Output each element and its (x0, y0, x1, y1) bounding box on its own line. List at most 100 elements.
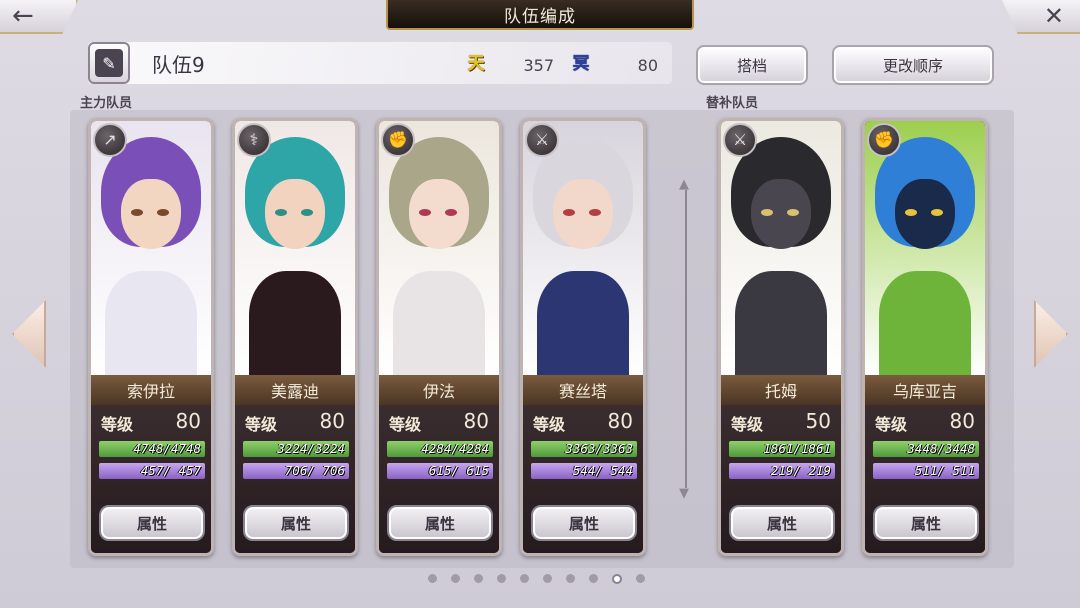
close-icon: ✕ (1043, 2, 1064, 30)
member-card[interactable]: ⚔ 赛丝塔 等级 80 3363/3363 544/ 544 属性 (520, 118, 646, 556)
character-stats: 等级 80 4284/4284 615/ 615 属性 (379, 405, 499, 553)
character-portrait[interactable] (865, 121, 985, 375)
member-card[interactable]: ✊ 乌库亚吉 等级 80 3448/3448 511/ 511 属性 (862, 118, 988, 556)
hp-bar: 4284/4284 (387, 441, 493, 457)
character-name: 托姆 (721, 375, 841, 405)
hp-bar: 4748/4748 (99, 441, 205, 457)
level-label: 等级 (875, 415, 908, 434)
page-dot[interactable] (612, 574, 622, 584)
portrait-eye (131, 209, 143, 216)
page-dot[interactable] (451, 574, 460, 583)
moon-element-icon: 冥 (572, 54, 590, 74)
character-portrait[interactable] (235, 121, 355, 375)
portrait-body (105, 271, 197, 375)
character-name: 乌库亚吉 (865, 375, 985, 405)
character-stats: 等级 80 3224/3224 706/ 706 属性 (235, 405, 355, 553)
character-portrait[interactable] (523, 121, 643, 375)
attributes-button[interactable]: 属性 (729, 505, 835, 541)
page-title-plate: 队伍编成 (386, 0, 694, 30)
portrait-body (249, 271, 341, 375)
next-team-arrow[interactable] (1034, 300, 1068, 368)
edit-team-name-button[interactable]: ✎ (88, 42, 130, 84)
character-stats: 等级 80 3448/3448 511/ 511 属性 (865, 405, 985, 553)
page-title: 队伍编成 (504, 6, 576, 27)
level-value: 50 (805, 409, 831, 433)
staff-icon: ⚕ (237, 123, 271, 157)
team-name: 队伍9 (152, 53, 205, 77)
moon-value: 80 (637, 56, 658, 75)
level-value: 80 (607, 409, 633, 433)
hp-bar: 3448/3448 (873, 441, 979, 457)
member-card[interactable]: ⚔ 托姆 等级 50 1861/1861 219/ 219 属性 (718, 118, 844, 556)
sun-element-icon: 天 (467, 54, 485, 74)
divider-line (685, 190, 687, 488)
portrait-body (537, 271, 629, 375)
level-value: 80 (463, 409, 489, 433)
member-card[interactable]: ↗ 索伊拉 等级 80 4748/4748 457/ 457 属性 (88, 118, 214, 556)
portrait-face (553, 179, 613, 249)
hp-bar: 3224/3224 (243, 441, 349, 457)
portrait-eye (589, 209, 601, 216)
change-order-button[interactable]: 更改顺序 (832, 45, 994, 85)
portrait-body (879, 271, 971, 375)
quill-icon: ✎ (95, 49, 123, 77)
attributes-button[interactable]: 属性 (531, 505, 637, 541)
prev-team-arrow[interactable] (12, 300, 46, 368)
level-label: 等级 (101, 415, 134, 434)
partner-button[interactable]: 搭档 (696, 45, 808, 85)
portrait-eye (563, 209, 575, 216)
character-portrait[interactable] (379, 121, 499, 375)
mp-bar: 457/ 457 (99, 463, 205, 479)
back-button[interactable]: ← (0, 0, 78, 34)
character-stats: 等级 80 4748/4748 457/ 457 属性 (91, 405, 211, 553)
page-dot[interactable] (474, 574, 483, 583)
left-arrow-icon: ← (12, 1, 34, 31)
main-members-label: 主力队员 (80, 96, 133, 111)
attributes-button[interactable]: 属性 (873, 505, 979, 541)
level-label: 等级 (245, 415, 278, 434)
portrait-body (735, 271, 827, 375)
attributes-button[interactable]: 属性 (99, 505, 205, 541)
portrait-face (895, 179, 955, 249)
level-value: 80 (319, 409, 345, 433)
member-divider: ▲ ▼ (679, 178, 689, 500)
page-dot[interactable] (589, 574, 598, 583)
portrait-eye (275, 209, 287, 216)
gauntlet-icon: ✊ (381, 123, 415, 157)
page-dot[interactable] (428, 574, 437, 583)
mp-bar: 544/ 544 (531, 463, 637, 479)
member-card[interactable]: ✊ 伊法 等级 80 4284/4284 615/ 615 属性 (376, 118, 502, 556)
character-stats: 等级 50 1861/1861 219/ 219 属性 (721, 405, 841, 553)
down-arrow-icon: ▼ (679, 486, 689, 501)
page-dot[interactable] (497, 574, 506, 583)
level-label: 等级 (731, 415, 764, 434)
page-dot[interactable] (636, 574, 645, 583)
page-dot[interactable] (543, 574, 552, 583)
member-card[interactable]: ⚕ 美露迪 等级 80 3224/3224 706/ 706 属性 (232, 118, 358, 556)
attributes-button[interactable]: 属性 (243, 505, 349, 541)
sword-icon: ⚔ (723, 123, 757, 157)
sword-icon: ⚔ (525, 123, 559, 157)
portrait-eye (905, 209, 917, 216)
portrait-eye (931, 209, 943, 216)
page-dot[interactable] (520, 574, 529, 583)
character-portrait[interactable] (721, 121, 841, 375)
character-stats: 等级 80 3363/3363 544/ 544 属性 (523, 405, 643, 553)
portrait-eye (761, 209, 773, 216)
up-arrow-icon: ▲ (679, 177, 689, 192)
top-bar: ← 队伍编成 ✕ (0, 0, 1080, 34)
level-label: 等级 (533, 415, 566, 434)
character-portrait[interactable] (91, 121, 211, 375)
close-button[interactable]: ✕ (1002, 0, 1080, 34)
mp-bar: 511/ 511 (873, 463, 979, 479)
portrait-face (409, 179, 469, 249)
character-name: 赛丝塔 (523, 375, 643, 405)
portrait-face (751, 179, 811, 249)
hp-bar: 3363/3363 (531, 441, 637, 457)
character-name: 索伊拉 (91, 375, 211, 405)
portrait-eye (301, 209, 313, 216)
page-dot[interactable] (566, 574, 575, 583)
attributes-button[interactable]: 属性 (387, 505, 493, 541)
mp-bar: 219/ 219 (729, 463, 835, 479)
spear-icon: ↗ (93, 123, 127, 157)
